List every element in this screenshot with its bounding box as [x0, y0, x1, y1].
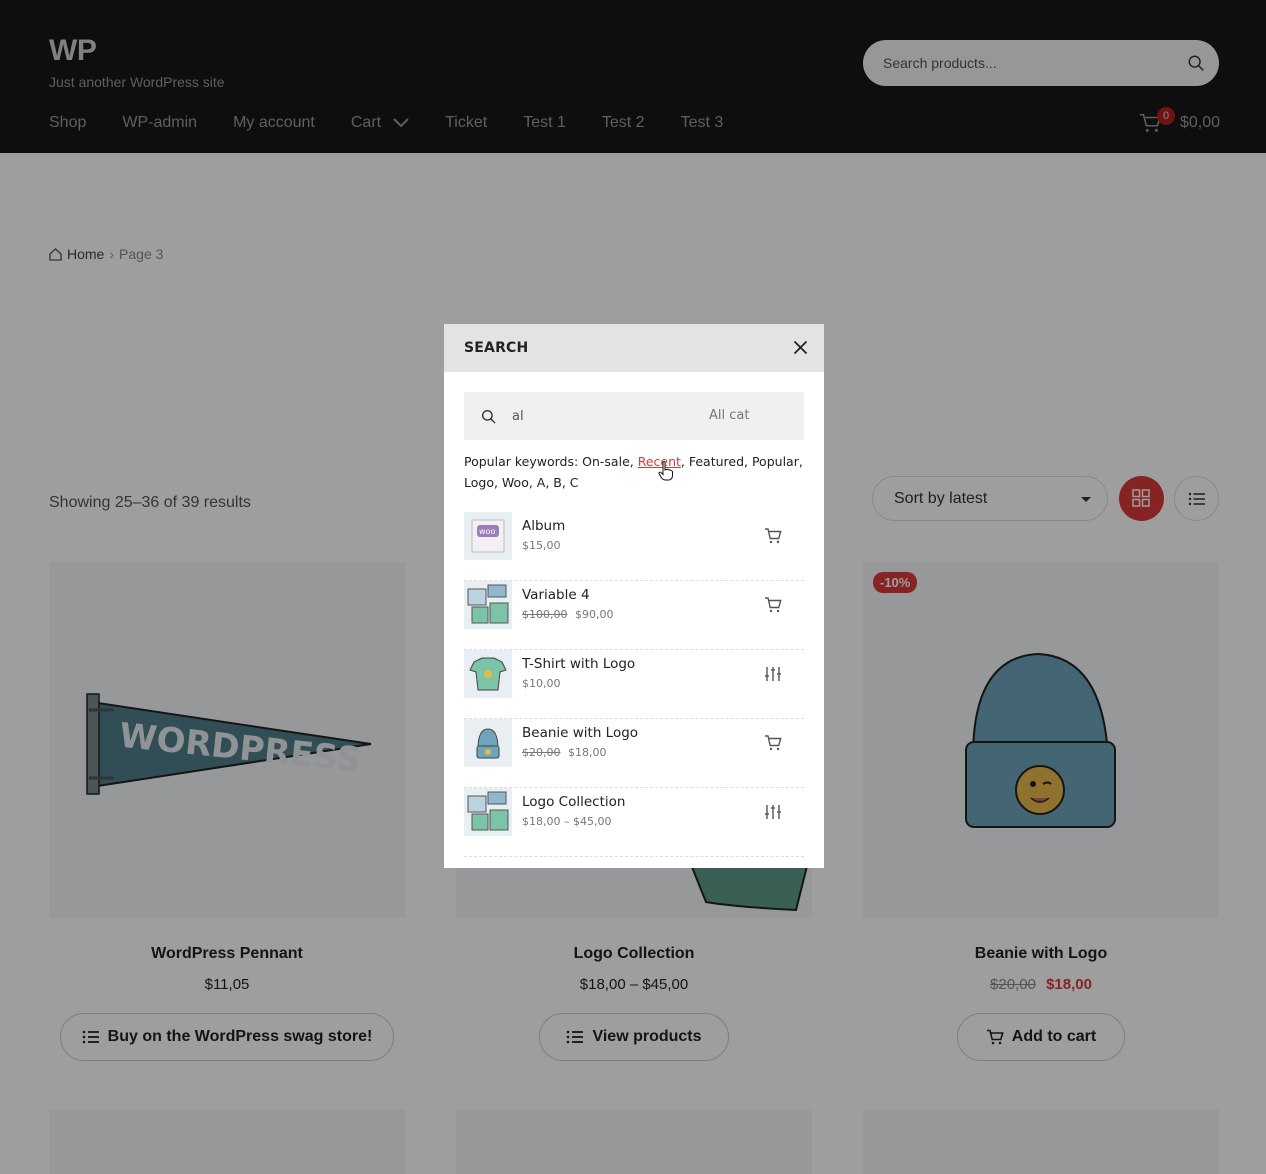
sale-price: $18,00	[568, 746, 607, 759]
list-item[interactable]: Logo Collection $18,00 – $45,00	[464, 788, 804, 857]
cart-icon[interactable]	[764, 734, 782, 752]
keywords-prefix: Popular keywords: On-sale,	[464, 454, 638, 469]
modal-search-box: All cat	[464, 392, 804, 440]
cart-icon[interactable]	[764, 527, 782, 545]
result-price: $100,00 $90,00	[522, 608, 614, 621]
list-item[interactable]: T-Shirt with Logo $10,00	[464, 650, 804, 719]
modal-header: SEARCH	[444, 324, 824, 372]
result-price: $18,00 – $45,00	[522, 815, 612, 828]
result-thumbnail	[464, 581, 512, 629]
result-thumbnail	[464, 650, 512, 698]
result-thumbnail	[464, 788, 512, 836]
result-price: $15,00	[522, 539, 561, 552]
modal-title: SEARCH	[464, 340, 529, 356]
svg-text:woo: woo	[479, 527, 495, 536]
result-price: $20,00 $18,00	[522, 746, 607, 759]
close-icon[interactable]	[793, 340, 808, 355]
search-modal: SEARCH All cat Popular keywords: On-sale…	[444, 324, 824, 868]
result-name: Variable 4	[522, 587, 590, 603]
result-name: T-Shirt with Logo	[522, 656, 636, 672]
result-thumbnail	[464, 719, 512, 767]
list-item[interactable]: Variable 4 $100,00 $90,00	[464, 581, 804, 650]
regular-price: $20,00	[522, 746, 561, 759]
list-item[interactable]: Beanie with Logo $20,00 $18,00	[464, 719, 804, 788]
list-item[interactable]: woo Album $15,00	[464, 512, 804, 581]
hand-pointer-icon	[658, 461, 673, 481]
modal-search-input[interactable]	[512, 406, 682, 426]
options-icon[interactable]	[764, 803, 782, 821]
result-thumbnail: woo	[464, 512, 512, 560]
result-name: Album	[522, 518, 566, 534]
popular-keywords: Popular keywords: On-sale, Recent, Featu…	[464, 451, 804, 493]
regular-price: $100,00	[522, 608, 568, 621]
result-name: Beanie with Logo	[522, 725, 639, 741]
sale-price: $90,00	[575, 608, 614, 621]
search-results: woo Album $15,00 Variable 4 $100,00 $90,…	[464, 512, 804, 857]
cart-icon[interactable]	[764, 596, 782, 614]
search-icon	[481, 409, 496, 424]
options-icon[interactable]	[764, 665, 782, 683]
category-select[interactable]: All cat	[709, 408, 749, 423]
result-price: $10,00	[522, 677, 561, 690]
result-name: Logo Collection	[522, 794, 626, 810]
